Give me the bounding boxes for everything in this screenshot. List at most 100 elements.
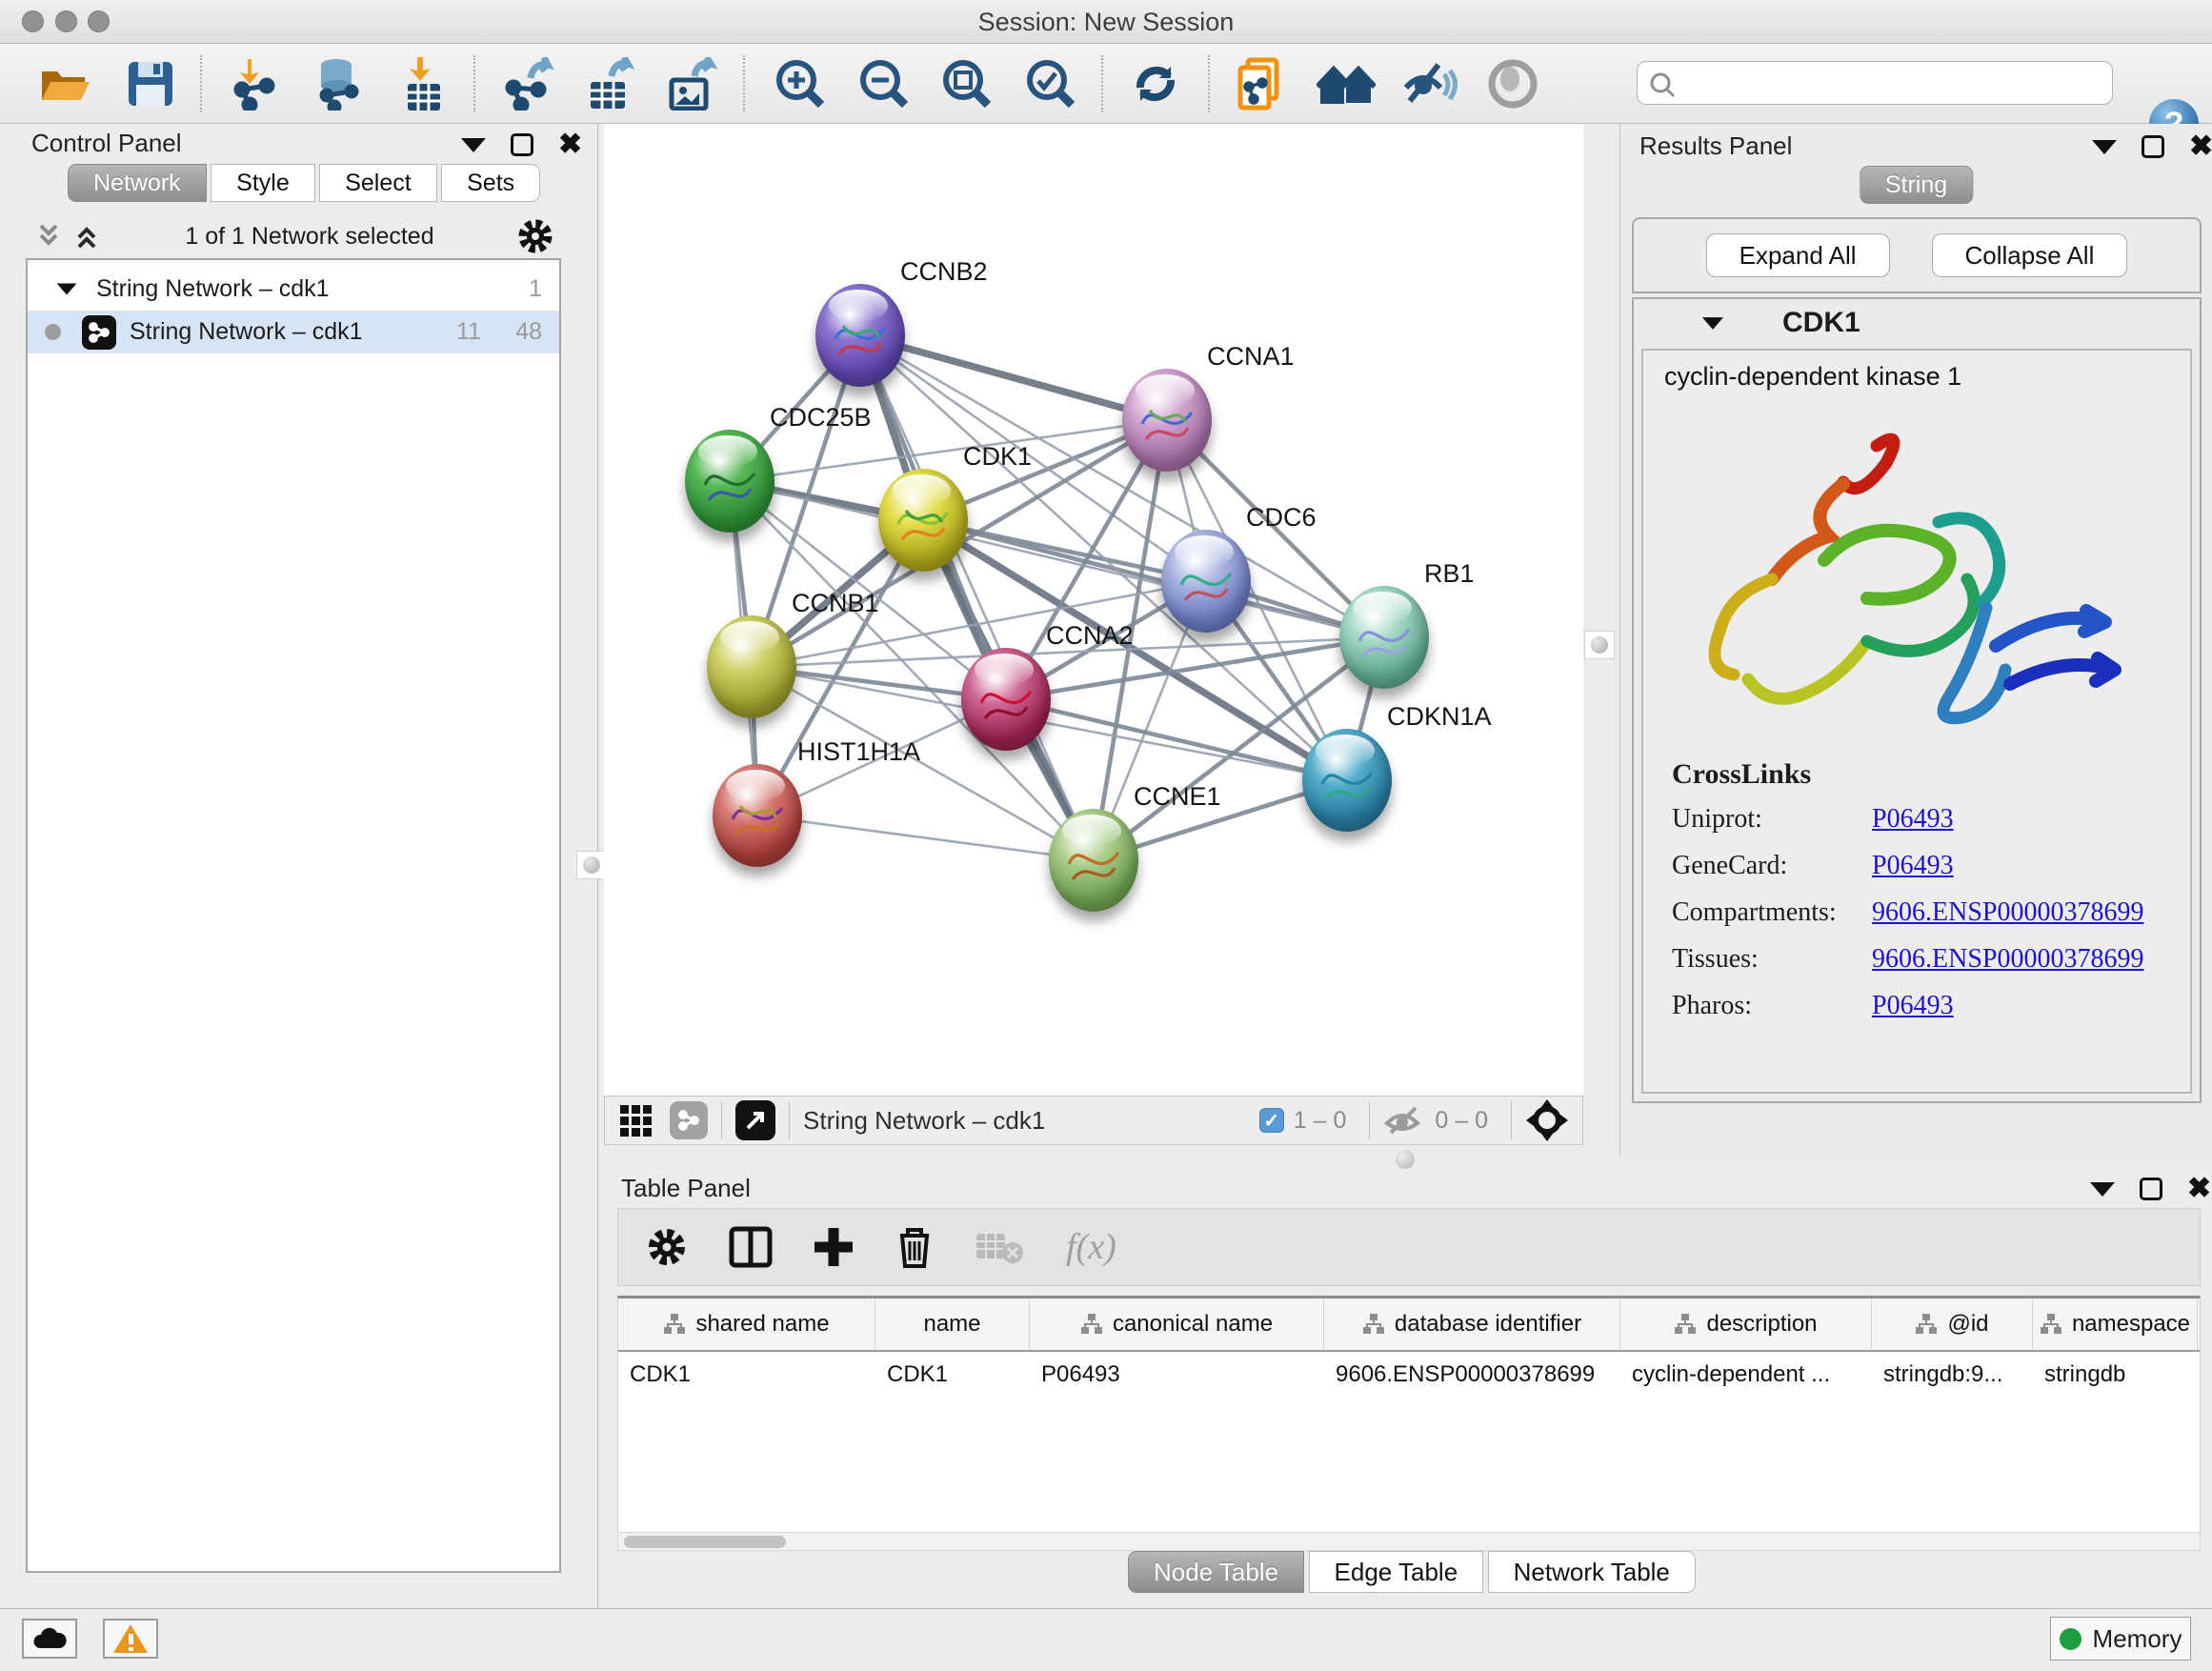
- crosshair-icon[interactable]: [1525, 1098, 1569, 1142]
- horizontal-splitter-handle[interactable]: [1396, 1150, 1415, 1169]
- crosslink-link[interactable]: 9606.ENSP00000378699: [1872, 897, 2143, 928]
- network-node-cdkn1a[interactable]: [1302, 729, 1392, 832]
- delete-column-icon[interactable]: [895, 1224, 935, 1270]
- warnings-button[interactable]: [103, 1619, 158, 1659]
- panel-menu-icon[interactable]: [461, 138, 486, 152]
- column-header--id[interactable]: @id: [1872, 1299, 2033, 1350]
- zoom-in-button[interactable]: [766, 53, 835, 114]
- expand-all-button[interactable]: Expand All: [1706, 233, 1890, 277]
- crosslink-row: Uniprot:P06493: [1672, 804, 2143, 835]
- panel-float-icon[interactable]: [2142, 135, 2164, 158]
- panel-float-icon[interactable]: [2140, 1178, 2162, 1200]
- node-table[interactable]: shared namenamecanonical namedatabase id…: [617, 1296, 2201, 1532]
- table-cell[interactable]: stringdb: [2033, 1352, 2198, 1401]
- network-node-ccnb1[interactable]: [707, 615, 796, 718]
- panel-menu-icon[interactable]: [2092, 140, 2117, 154]
- zoom-selected-button[interactable]: [1016, 53, 1085, 114]
- open-session-button[interactable]: [30, 53, 99, 114]
- export-network-button[interactable]: [494, 53, 563, 114]
- column-header-shared-name[interactable]: shared name: [618, 1299, 875, 1350]
- panel-close-icon[interactable]: ✖: [2187, 1178, 2211, 1200]
- import-table-file-button[interactable]: [390, 53, 458, 114]
- selected-checkbox[interactable]: ✓: [1259, 1108, 1284, 1133]
- column-header-name[interactable]: name: [875, 1299, 1030, 1350]
- export-image-button[interactable]: [656, 53, 725, 114]
- tab-node-table[interactable]: Node Table: [1128, 1551, 1304, 1593]
- network-node-rb1[interactable]: [1339, 586, 1429, 689]
- panel-close-icon[interactable]: ✖: [558, 133, 582, 156]
- open-in-window-icon[interactable]: [735, 1100, 775, 1140]
- left-splitter-handle[interactable]: [576, 851, 607, 879]
- table-cell[interactable]: stringdb:9...: [1872, 1352, 2033, 1401]
- column-header-canonical-name[interactable]: canonical name: [1030, 1299, 1324, 1350]
- search-box: [1637, 61, 2113, 105]
- table-cell[interactable]: 9606.ENSP00000378699: [1324, 1352, 1620, 1401]
- expand-all-chevron-icon[interactable]: [33, 222, 66, 251]
- zoom-out-button[interactable]: [850, 53, 918, 114]
- hide-selected-button[interactable]: [1395, 53, 1463, 114]
- network-node-ccna2[interactable]: [961, 648, 1051, 751]
- save-session-button[interactable]: [116, 53, 185, 114]
- network-row[interactable]: String Network – cdk1 11 48: [28, 311, 559, 353]
- tab-network-table[interactable]: Network Table: [1488, 1551, 1696, 1593]
- table-cell[interactable]: cyclin-dependent ...: [1620, 1352, 1872, 1401]
- apply-layout-button[interactable]: [1121, 53, 1190, 114]
- scrollbar-thumb[interactable]: [624, 1536, 786, 1548]
- zoom-fit-button[interactable]: [933, 53, 1001, 114]
- network-node-hist1h1a[interactable]: [713, 764, 802, 867]
- import-network-file-button[interactable]: [221, 53, 290, 114]
- gene-section-header[interactable]: CDK1: [1634, 299, 2200, 347]
- tab-select[interactable]: Select: [319, 164, 436, 202]
- tab-network[interactable]: Network: [68, 164, 207, 202]
- crosslink-link[interactable]: P06493: [1872, 804, 2143, 835]
- columns-icon[interactable]: [729, 1225, 773, 1269]
- network-node-cdc25b[interactable]: [685, 430, 774, 533]
- tab-string[interactable]: String: [1860, 166, 1973, 204]
- network-node-cdc6[interactable]: [1161, 530, 1251, 633]
- network-node-ccna1[interactable]: [1122, 369, 1212, 472]
- import-network-database-button[interactable]: [304, 53, 372, 114]
- clone-network-document-icon: [1235, 56, 1290, 111]
- column-header-database-identifier[interactable]: database identifier: [1324, 1299, 1620, 1350]
- right-splitter-handle[interactable]: [1584, 631, 1615, 659]
- collapse-triangle-icon[interactable]: [57, 284, 77, 295]
- tab-style[interactable]: Style: [211, 164, 315, 202]
- network-canvas[interactable]: CCNB2CCNA1CDC25BCDK1CDC6RB1CCNB1CCNA2CDK…: [604, 124, 1583, 1096]
- add-column-icon[interactable]: [813, 1226, 855, 1268]
- eye-slash-blue-icon: [1400, 59, 1458, 109]
- tab-sets[interactable]: Sets: [441, 164, 540, 202]
- column-header-description[interactable]: description: [1620, 1299, 1872, 1350]
- column-type-icon: [2040, 1313, 2062, 1336]
- group-nodes-button[interactable]: [1312, 53, 1380, 114]
- export-table-button[interactable]: [575, 53, 644, 114]
- network-node-ccne1[interactable]: [1049, 809, 1138, 912]
- search-input[interactable]: [1681, 65, 2101, 101]
- clone-network-button[interactable]: [1228, 53, 1297, 114]
- crosslink-link[interactable]: P06493: [1872, 991, 2143, 1021]
- table-row[interactable]: CDK1CDK1P064939606.ENSP00000378699cyclin…: [618, 1352, 2200, 1401]
- show-graphics-details-button[interactable]: [1478, 53, 1547, 114]
- section-collapse-icon[interactable]: [1702, 317, 1723, 330]
- panel-menu-icon[interactable]: [2090, 1182, 2115, 1197]
- grid-icon[interactable]: [618, 1101, 656, 1139]
- column-header-namespace[interactable]: namespace: [2033, 1299, 2198, 1350]
- panel-close-icon[interactable]: ✖: [2189, 135, 2212, 158]
- gear-icon[interactable]: [645, 1225, 689, 1269]
- table-horizontal-scrollbar[interactable]: [617, 1532, 2201, 1551]
- table-cell[interactable]: P06493: [1030, 1352, 1324, 1401]
- memory-button[interactable]: Memory: [2050, 1617, 2191, 1661]
- crosslink-link[interactable]: P06493: [1872, 851, 2143, 881]
- collapse-all-chevron-icon[interactable]: [71, 222, 104, 251]
- tab-edge-table[interactable]: Edge Table: [1309, 1551, 1484, 1593]
- crosslink-link[interactable]: 9606.ENSP00000378699: [1872, 944, 2143, 975]
- cloud-button[interactable]: [22, 1619, 77, 1659]
- network-node-cdk1[interactable]: [878, 469, 968, 572]
- network-node-ccnb2[interactable]: [815, 284, 905, 387]
- share-icon[interactable]: [670, 1101, 708, 1139]
- panel-float-icon[interactable]: [511, 133, 533, 156]
- table-cell[interactable]: CDK1: [618, 1352, 875, 1401]
- table-cell[interactable]: CDK1: [875, 1352, 1030, 1401]
- network-collection-row[interactable]: String Network – cdk1 1: [28, 268, 559, 311]
- gear-icon[interactable]: [515, 216, 555, 256]
- collapse-all-button[interactable]: Collapse All: [1932, 233, 2128, 277]
